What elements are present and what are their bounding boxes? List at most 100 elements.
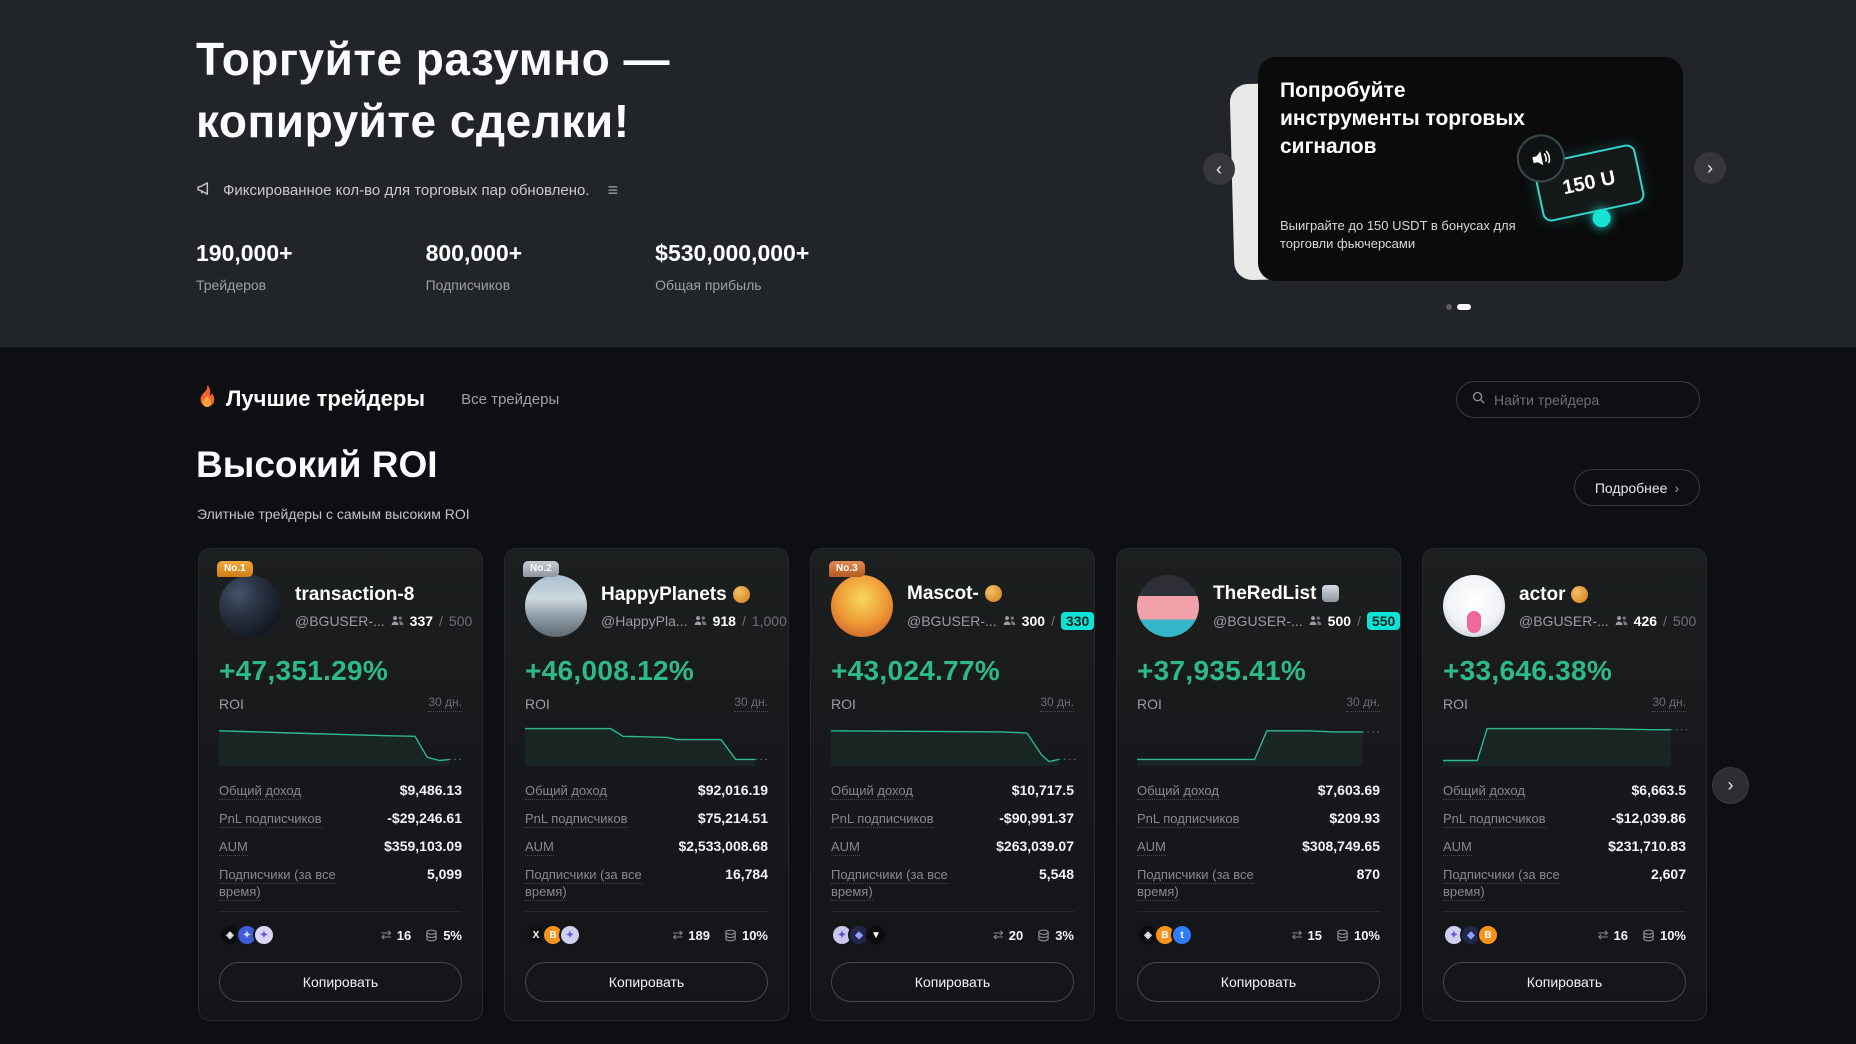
hero-banner: Торгуйте разумно — копируйте сделки! Фик… [0,0,1856,347]
trader-name: HappyPlanets [601,584,727,606]
coins-stack-icon [1642,929,1655,942]
followers-current: 300 [1022,613,1045,629]
stat-total-income: $10,717.5 [1012,782,1074,798]
promo-title: Попробуйте инструменты торговых сигналов [1280,77,1530,161]
megaphone-icon [196,180,213,201]
divider [1443,911,1686,912]
trades-count: ⇄ 16 [1598,927,1628,943]
name-badge-emoji [985,585,1002,602]
roi-label: ROI [831,696,856,712]
copy-button[interactable]: Копировать [1137,962,1380,1002]
followers-max: 500 [449,613,472,629]
avatar [831,575,893,637]
profit-share: 10% [724,928,768,943]
trader-card[interactable]: TheRedList @BGUSER-... 500/550 [1116,548,1401,1021]
trader-handle: @BGUSER-... [907,613,997,629]
trades-count: ⇄ 16 [381,927,411,943]
roi-value: +33,646.38% [1443,655,1686,687]
trades-count: ⇄ 15 [1292,927,1322,943]
tab-all-traders[interactable]: Все трейдеры [461,391,559,408]
roi-label: ROI [525,696,550,712]
stat-label-followers-alltime: Подписчики (за все время) [1137,867,1254,901]
profit-share: 10% [1642,928,1686,943]
swap-arrows-icon: ⇄ [672,927,683,943]
stat-total-income: $92,016.19 [698,782,768,798]
stat-label-followers-alltime: Подписчики (за все время) [219,867,336,901]
copy-button[interactable]: Копировать [219,962,462,1002]
stat-label-aum: AUM [525,839,554,856]
copy-button[interactable]: Копировать [831,962,1074,1002]
carousel-dot-1[interactable] [1446,304,1452,310]
followers-icon [391,613,404,629]
swap-arrows-icon: ⇄ [1292,927,1303,943]
stat-total-income: $6,663.5 [1632,782,1687,798]
carousel-dot-2[interactable] [1457,304,1471,310]
announcement-list-icon[interactable]: ≡ [608,180,619,201]
roi-value: +43,024.77% [831,655,1074,687]
stat-label-followers-pnl: PnL подписчиков [525,811,628,828]
divider [831,911,1074,912]
coins-stack-icon [1336,929,1349,942]
trader-name: TheRedList [1213,583,1316,605]
search-input[interactable] [1494,392,1664,408]
coin-list: ✦◆B [1443,924,1494,946]
stat-aum: $231,710.83 [1608,838,1686,854]
trades-count: ⇄ 20 [993,927,1023,943]
name-badge-emoji [733,586,750,603]
followers-max: 330 [1061,612,1094,630]
copy-trading-page: Торгуйте разумно — копируйте сделки! Фик… [0,0,1856,1044]
trader-card[interactable]: No.2 HappyPlanets @HappyPla... [504,548,789,1021]
swap-arrows-icon: ⇄ [993,927,1004,943]
stat-label-followers-pnl: PnL подписчиков [219,811,322,828]
stat-followers-pnl: -$29,246.61 [387,810,462,826]
section-title: Высокий ROI [196,444,438,486]
trader-card[interactable]: No.1 transaction-8 @BGUSER-... [198,548,483,1021]
cards-scroll-next-button[interactable]: › [1712,767,1749,804]
tab-best-traders[interactable]: Лучшие трейдеры [196,384,425,414]
promo-subtitle: Выиграйте до 150 USDT в бонусах для торг… [1280,217,1560,253]
promo-banner[interactable]: Попробуйте инструменты торговых сигналов… [1258,57,1683,281]
trader-card[interactable]: No.3 Mascot- @BGUSER-... [810,548,1095,1021]
copy-button[interactable]: Копировать [525,962,768,1002]
roi-period: 30 дн. [734,695,768,712]
card-header: transaction-8 @BGUSER-... 337/500 [219,575,462,637]
more-button[interactable]: Подробнее › [1574,469,1700,506]
card-footer: ✦◆▼ ⇄ 20 3% [831,924,1074,946]
glow-dot [1591,207,1612,228]
trader-tabs: Лучшие трейдеры Все трейдеры [196,384,559,414]
divider [525,911,768,912]
roi-value: +47,351.29% [219,655,462,687]
stat-total-income: $9,486.13 [400,782,462,798]
trader-card[interactable]: actor @BGUSER-... 426/500 [1422,548,1707,1021]
carousel-next-button[interactable]: › [1694,152,1726,184]
stat-label-aum: AUM [1137,839,1166,856]
stat-label-total-income: Общий доход [831,783,913,800]
swap-arrows-icon: ⇄ [1598,927,1609,943]
section-subtitle: Элитные трейдеры с самым высоким ROI [197,506,470,522]
card-header: TheRedList @BGUSER-... 500/550 [1137,575,1380,637]
rank-badge: No.2 [523,561,559,577]
card-stats: Общий доход$9,486.13 PnL подписчиков-$29… [219,782,462,900]
promo-carousel: Попробуйте инструменты торговых сигналов… [1244,57,1684,281]
followers-current: 426 [1634,613,1657,629]
stat-label-followers-pnl: PnL подписчиков [831,811,934,828]
chevron-right-icon: › [1674,480,1679,496]
roi-label: ROI [1443,696,1468,712]
roi-sparkline-chart [525,722,770,766]
carousel-prev-button[interactable]: ‹ [1203,153,1235,185]
trader-name: Mascot- [907,583,979,605]
followers-current: 500 [1328,613,1351,629]
search-icon [1471,390,1486,410]
fire-icon [196,384,218,414]
followers-icon [694,613,707,629]
trader-card-list: No.1 transaction-8 @BGUSER-... [198,548,1707,1021]
copy-button[interactable]: Копировать [1443,962,1686,1002]
stat-label-aum: AUM [219,839,248,856]
stat-label-aum: AUM [831,839,860,856]
stat-label-followers-pnl: PnL подписчиков [1443,811,1546,828]
coin-icon: ▼ [865,924,887,946]
stat-followers-pnl: -$12,039.86 [1611,810,1686,826]
roi-value: +46,008.12% [525,655,768,687]
stat-followers-alltime: 5,548 [1039,866,1074,882]
card-footer: ✦◆B ⇄ 16 10% [1443,924,1686,946]
